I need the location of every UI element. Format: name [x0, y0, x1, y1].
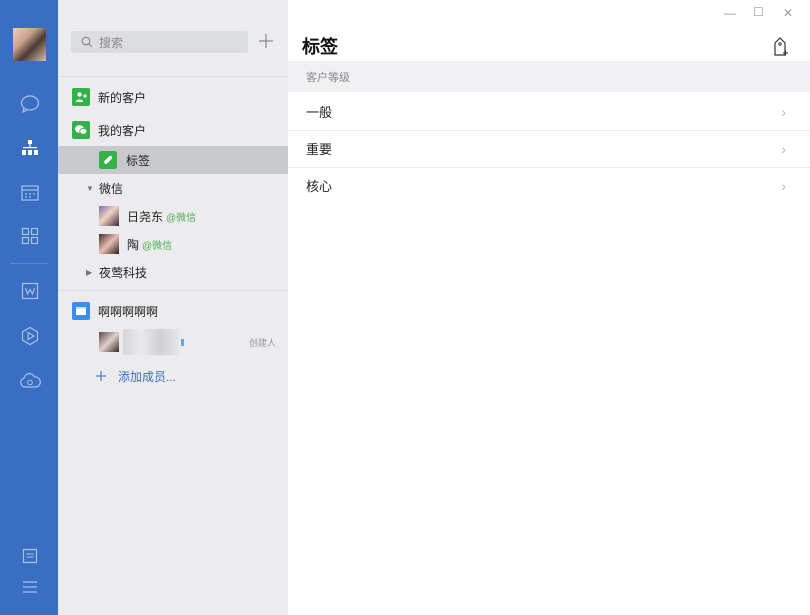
company-group-item[interactable]: ▶ 夜莺科技	[58, 262, 288, 282]
panel-divider	[58, 290, 288, 291]
menu-icon[interactable]	[19, 576, 41, 598]
minimize-button[interactable]: —	[724, 6, 736, 20]
plus-icon	[259, 34, 273, 48]
tags-label: 标签	[126, 153, 151, 168]
new-customers-label: 新的客户	[98, 90, 147, 105]
level-item[interactable]: 核心 ›	[288, 167, 810, 204]
chevron-right-icon: ›	[781, 177, 786, 194]
wechat-icon	[72, 121, 90, 139]
add-tag-icon	[774, 37, 788, 56]
chevron-right-icon: ›	[781, 140, 786, 157]
add-tag-button[interactable]	[771, 36, 789, 58]
notes-icon[interactable]	[19, 545, 41, 567]
section-header: 客户等级	[288, 61, 810, 92]
add-button[interactable]	[256, 30, 276, 52]
level-label: 重要	[306, 142, 333, 157]
new-customers-item[interactable]: 新的客户	[58, 86, 288, 108]
expand-right-icon: ▶	[86, 267, 93, 277]
document-icon[interactable]	[19, 280, 41, 302]
wechat-group-label: 微信	[99, 181, 124, 196]
member-item[interactable]: 创建人	[58, 328, 288, 356]
contact-source: @微信	[142, 240, 173, 252]
apps-grid-icon[interactable]	[19, 225, 41, 247]
org-chart-icon[interactable]	[19, 137, 41, 159]
tags-item[interactable]: 标签	[58, 146, 288, 174]
folder-icon	[72, 302, 90, 320]
search-input[interactable]: 搜索	[99, 34, 123, 51]
tag-icon	[99, 151, 117, 169]
search-box[interactable]: 搜索	[71, 31, 248, 53]
add-contact-icon	[72, 88, 90, 106]
panel-divider	[58, 76, 288, 77]
my-customers-label: 我的客户	[98, 123, 147, 138]
section-label: 客户等级	[306, 71, 350, 84]
contact-avatar	[99, 234, 119, 254]
contact-name: 陶	[127, 237, 140, 252]
team-item[interactable]: 啊啊啊啊啊	[58, 300, 288, 322]
level-label: 一般	[306, 105, 333, 120]
contact-source: @微信	[166, 212, 197, 224]
add-member-link[interactable]: 添加成员...	[58, 366, 288, 386]
level-item[interactable]: 一般 ›	[288, 93, 810, 130]
plus-icon	[96, 371, 106, 381]
cloud-icon[interactable]	[19, 370, 41, 392]
page-title: 标签	[302, 37, 338, 57]
chat-icon[interactable]	[19, 93, 41, 115]
contacts-panel: 搜索 新的客户 我的客户 标签 ▼ 微信 日尧东 @微信 陶 @微信 ▶ 夜莺科…	[58, 0, 288, 615]
user-avatar[interactable]	[13, 28, 46, 61]
hexagon-icon[interactable]	[19, 325, 41, 347]
close-button[interactable]: ✕	[783, 6, 793, 20]
member-role: 创建人	[248, 337, 276, 348]
expand-down-icon: ▼	[86, 183, 94, 193]
calendar-icon[interactable]	[19, 182, 41, 204]
blurred-name	[123, 329, 179, 355]
search-icon	[81, 36, 93, 48]
contact-item[interactable]: 陶 @微信	[58, 233, 288, 255]
left-rail	[0, 0, 58, 615]
team-label: 啊啊啊啊啊	[98, 304, 159, 319]
rail-divider	[10, 263, 48, 264]
add-member-label: 添加成员...	[118, 369, 177, 384]
level-item[interactable]: 重要 ›	[288, 130, 810, 167]
level-label: 核心	[306, 179, 333, 194]
wechat-group-item[interactable]: ▼ 微信	[58, 178, 288, 198]
maximize-button[interactable]: ☐	[753, 5, 764, 19]
contact-item[interactable]: 日尧东 @微信	[58, 205, 288, 227]
main-panel: — ☐ ✕ 标签 客户等级 一般 › 重要 › 核心 ›	[288, 0, 810, 615]
contact-name: 日尧东	[127, 209, 164, 224]
contact-avatar	[99, 206, 119, 226]
status-dot	[181, 338, 184, 346]
company-label: 夜莺科技	[99, 265, 148, 280]
my-customers-item[interactable]: 我的客户	[58, 119, 288, 141]
member-avatar	[99, 332, 119, 352]
chevron-right-icon: ›	[781, 103, 786, 120]
